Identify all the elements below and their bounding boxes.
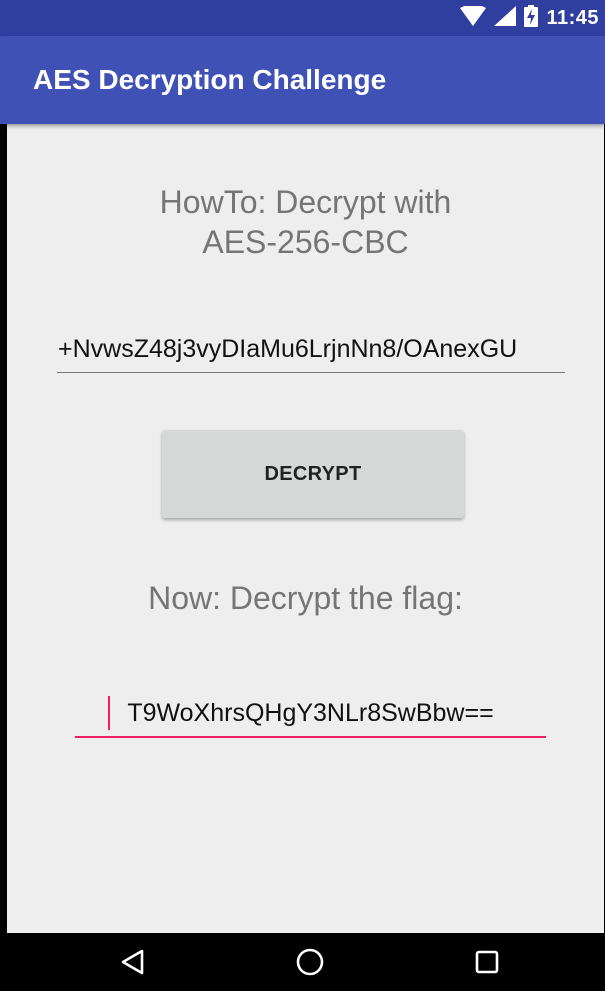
howto-line-1: HowTo: Decrypt with: [159, 184, 452, 220]
decrypt-button-label: DECRYPT: [264, 462, 362, 485]
ciphertext-value: +NvwsZ48j3vyDIaMu6LrjnNn8/OAnexGU: [58, 335, 518, 363]
screen: 11:45 AES Decryption Challenge HowTo: De…: [0, 0, 605, 991]
main-content: HowTo: Decrypt with AES-256-CBC +NvwsZ48…: [7, 124, 604, 933]
decrypt-button[interactable]: DECRYPT: [162, 430, 464, 518]
cell-signal-icon: [494, 5, 517, 31]
back-icon[interactable]: [117, 946, 149, 978]
wifi-icon: [460, 4, 487, 31]
ciphertext-input[interactable]: +NvwsZ48j3vyDIaMu6LrjnNn8/OAnexGU: [57, 330, 565, 373]
battery-charging-icon: [524, 4, 539, 32]
home-icon[interactable]: [294, 946, 326, 978]
app-bar: AES Decryption Challenge: [0, 36, 605, 124]
status-icons: 11:45: [460, 4, 599, 32]
status-bar: 11:45: [0, 0, 605, 36]
howto-label: HowTo: Decrypt with AES-256-CBC: [7, 182, 604, 262]
recents-icon[interactable]: [471, 946, 503, 978]
status-time: 11:45: [546, 6, 599, 29]
navigation-bar: [0, 933, 605, 991]
flag-value: T9WoXhrsQHgY3NLr8SwBbw==: [127, 699, 494, 727]
howto-line-2: AES-256-CBC: [202, 224, 409, 260]
app-title: AES Decryption Challenge: [33, 64, 387, 95]
now-label: Now: Decrypt the flag:: [148, 580, 463, 616]
flag-input[interactable]: T9WoXhrsQHgY3NLr8SwBbw==: [75, 692, 546, 738]
